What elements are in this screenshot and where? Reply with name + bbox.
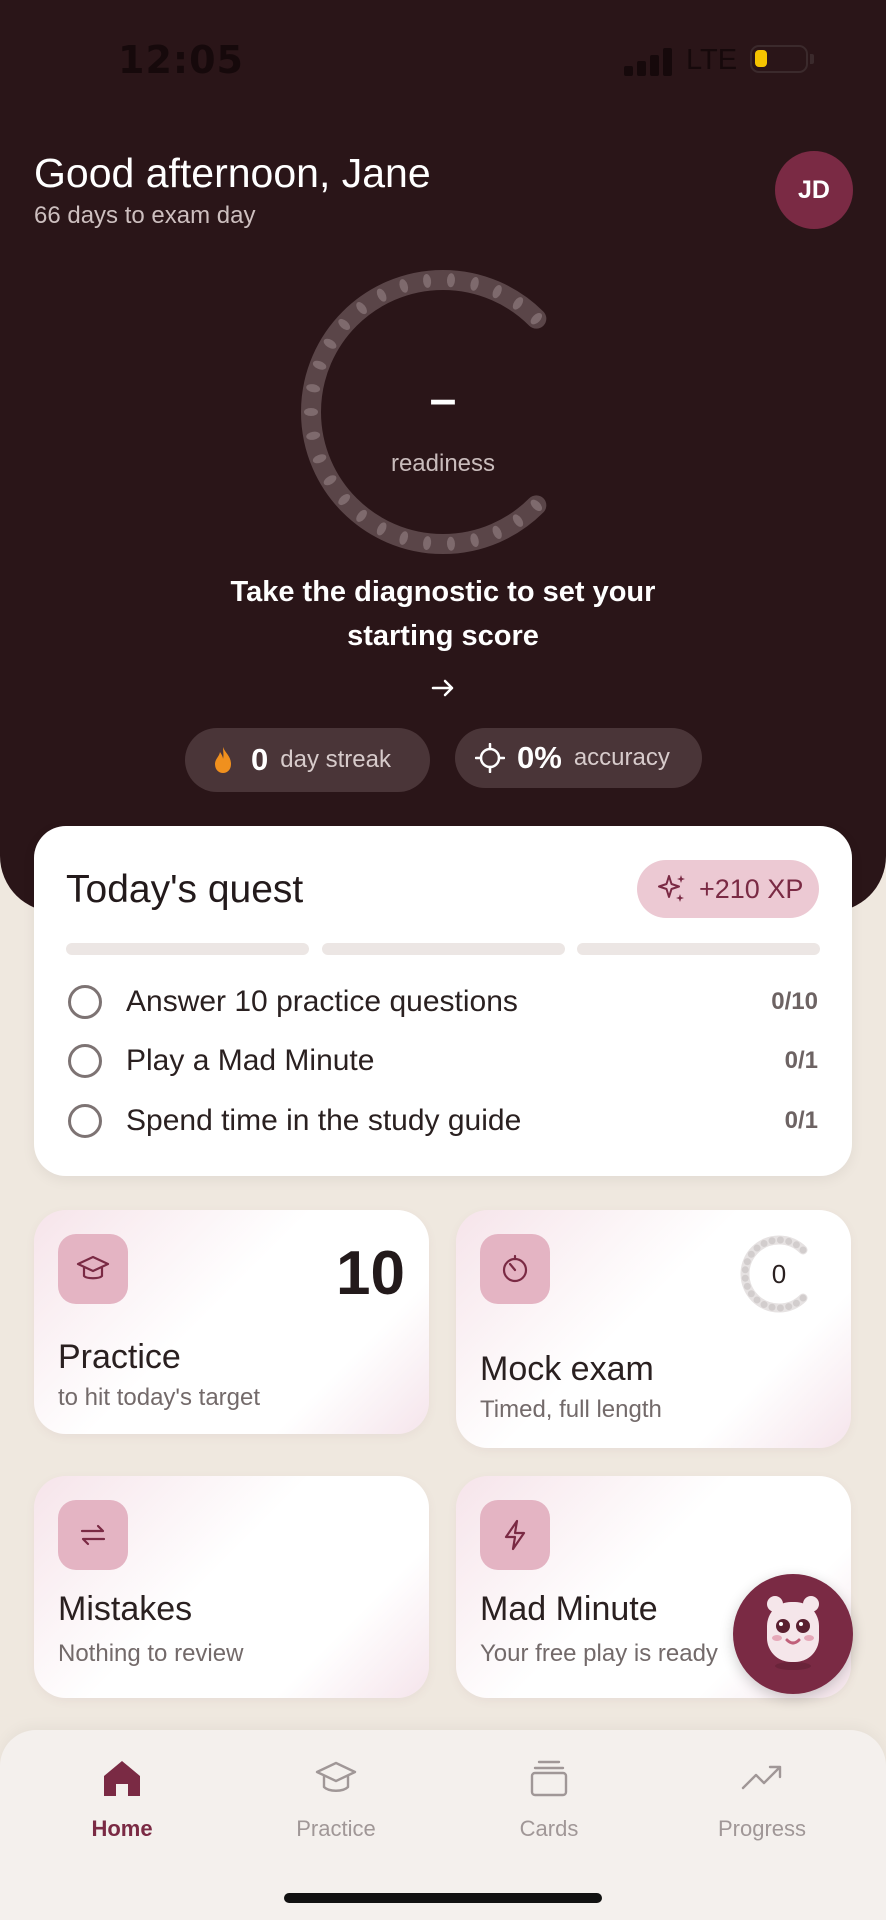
practice-target-count: 10: [336, 1239, 405, 1308]
streak-label: day streak: [280, 746, 391, 773]
xp-badge: +210 XP: [637, 860, 819, 918]
quest-item[interactable]: Spend time in the study guide 0/1: [68, 1101, 818, 1141]
mad-minute-title: Mad Minute: [480, 1590, 658, 1628]
mock-exam-score: 0: [771, 1259, 787, 1289]
arrow-right-icon[interactable]: [428, 673, 458, 703]
accuracy-value: 0%: [517, 740, 562, 775]
quest-item[interactable]: Answer 10 practice questions 0/10: [68, 982, 818, 1022]
mock-exam-gauge: 0: [737, 1232, 821, 1316]
quest-progress-segment: [577, 943, 820, 955]
checkbox-circle[interactable]: [68, 1104, 102, 1138]
mascot-icon: [767, 1596, 819, 1670]
tab-cards[interactable]: Cards: [459, 1730, 639, 1860]
greeting-title: Good afternoon, Jane: [34, 150, 431, 196]
flame-icon: [215, 747, 231, 773]
tab-progress[interactable]: Progress: [672, 1730, 852, 1860]
mistakes-title: Mistakes: [58, 1590, 193, 1628]
mistakes-subtitle: Nothing to review: [58, 1640, 244, 1667]
mock-exam-card[interactable]: 0 Mock exam Timed, full length: [456, 1210, 851, 1448]
quest-progress-segment: [66, 943, 309, 955]
timer-icon: [480, 1234, 550, 1304]
status-time: 12:05: [118, 38, 244, 82]
quest-title: Today's quest: [66, 868, 304, 911]
tab-practice[interactable]: Practice: [246, 1730, 426, 1860]
todays-quest-card[interactable]: Today's quest +210 XP Answer 10 practice…: [34, 826, 852, 1176]
target-icon: [475, 743, 505, 773]
graduation-cap-icon: [315, 1761, 357, 1792]
tab-label: Practice: [296, 1816, 376, 1841]
repeat-icon: [58, 1500, 128, 1570]
diagnostic-cta[interactable]: Take the diagnostic to set your starting…: [193, 570, 693, 658]
mock-exam-subtitle: Timed, full length: [480, 1396, 662, 1423]
checkbox-circle[interactable]: [68, 985, 102, 1019]
cards-icon: [530, 1760, 568, 1797]
avatar[interactable]: JD: [775, 151, 853, 229]
streak-pill[interactable]: 0 day streak: [185, 728, 430, 792]
tab-home[interactable]: Home: [32, 1730, 212, 1860]
mascot-assistant-button[interactable]: [733, 1574, 853, 1694]
network-label: LTE: [686, 44, 738, 76]
quest-item-count: 0/1: [784, 1107, 818, 1134]
practice-title: Practice: [58, 1338, 181, 1376]
accuracy-label: accuracy: [573, 744, 670, 771]
streak-value: 0: [251, 742, 269, 777]
tab-label: Cards: [519, 1816, 579, 1841]
trending-up-icon: [741, 1765, 782, 1790]
mock-exam-title: Mock exam: [480, 1350, 654, 1388]
mistakes-card[interactable]: Mistakes Nothing to review: [34, 1476, 429, 1698]
home-indicator: [284, 1893, 602, 1903]
lightning-icon: [480, 1500, 550, 1570]
practice-card[interactable]: 10 Practice to hit today's target: [34, 1210, 429, 1434]
quest-progress-segment: [322, 943, 565, 955]
tab-label: Progress: [717, 1816, 807, 1841]
exam-countdown: 66 days to exam day: [34, 202, 256, 229]
quest-item-label: Play a Mad Minute: [126, 1044, 375, 1077]
practice-subtitle: to hit today's target: [58, 1384, 261, 1411]
home-icon: [104, 1761, 140, 1796]
checkbox-circle[interactable]: [68, 1044, 102, 1078]
bottom-tab-bar: Home Practice Cards Progress: [0, 1730, 886, 1920]
accuracy-pill[interactable]: 0% accuracy: [455, 728, 702, 788]
readiness-value: –: [429, 373, 457, 426]
battery-icon: [750, 45, 814, 73]
quest-item-count: 0/10: [771, 988, 818, 1015]
status-bar: 12:05 LTE: [0, 0, 886, 120]
xp-value: +210 XP: [699, 873, 804, 904]
quest-item-label: Spend time in the study guide: [126, 1104, 522, 1137]
quest-item[interactable]: Play a Mad Minute 0/1: [68, 1041, 818, 1081]
mad-minute-subtitle: Your free play is ready: [480, 1640, 718, 1667]
graduation-cap-icon: [58, 1234, 128, 1304]
tab-label: Home: [91, 1816, 153, 1841]
readiness-label: readiness: [390, 450, 496, 477]
sparkle-icon: [658, 875, 685, 902]
quest-item-label: Answer 10 practice questions: [126, 985, 518, 1018]
quest-item-count: 0/1: [784, 1047, 818, 1074]
